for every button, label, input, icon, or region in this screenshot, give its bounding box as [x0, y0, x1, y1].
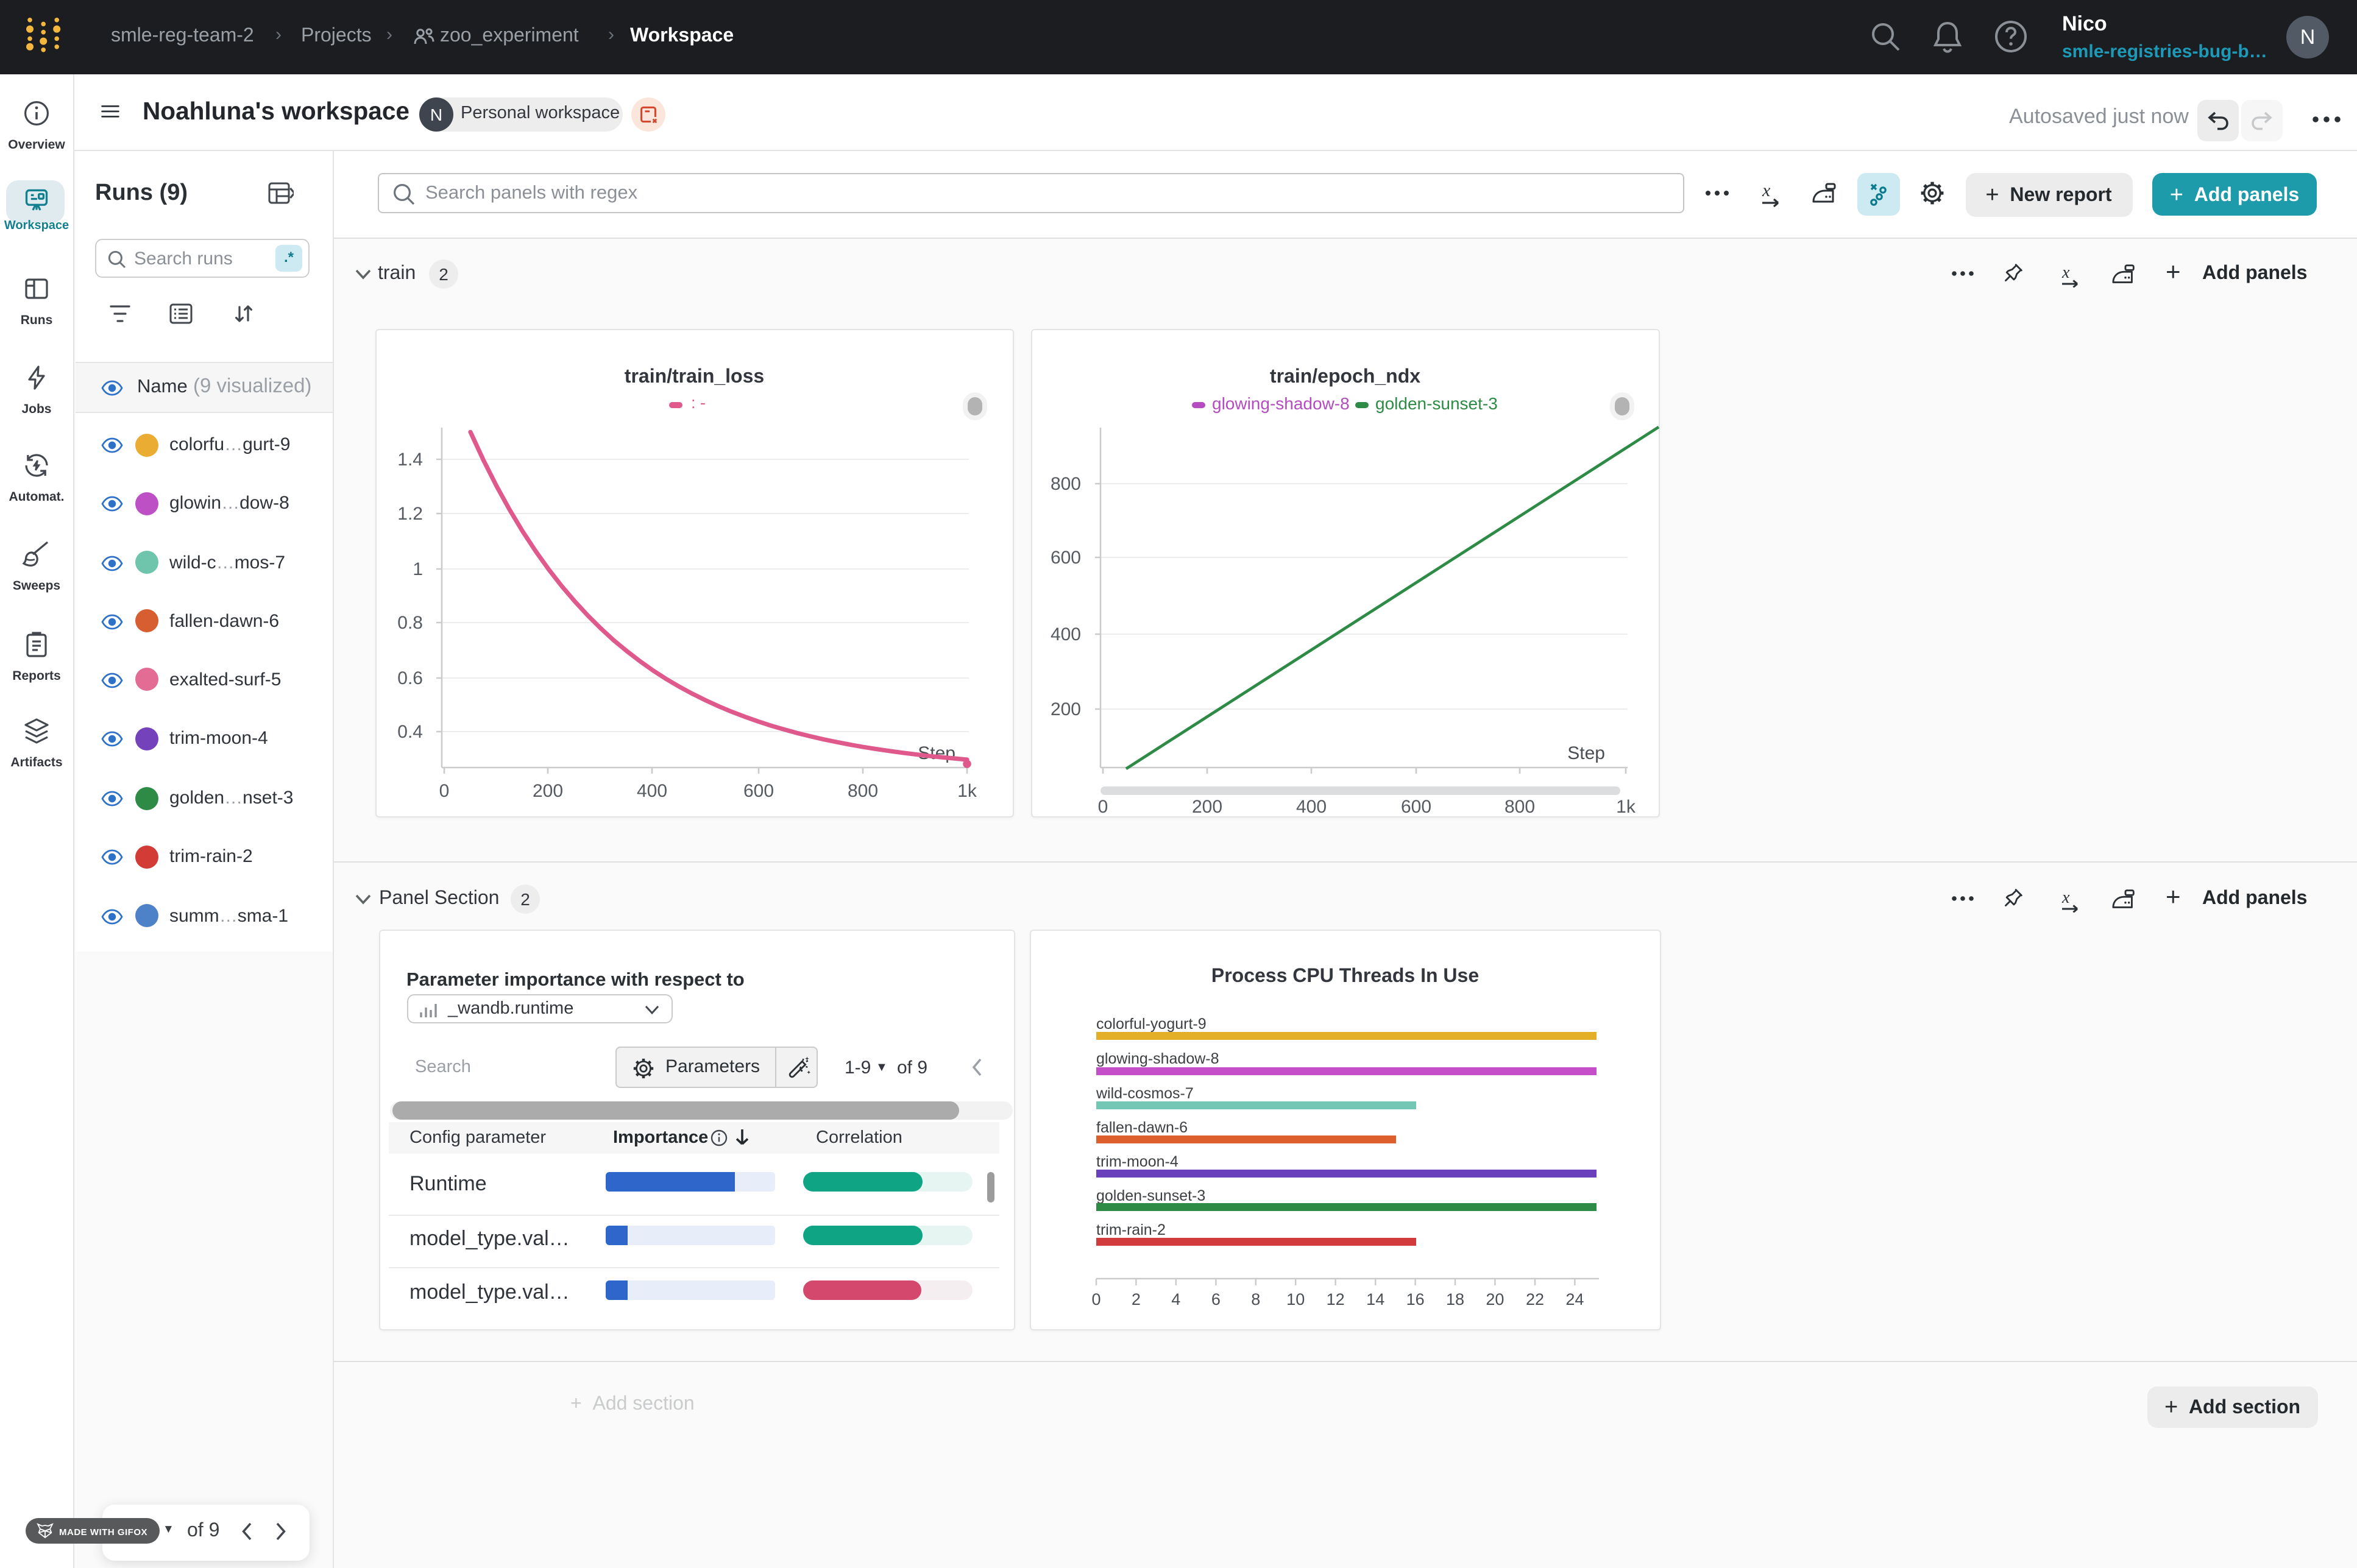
svg-text:0.8: 0.8 — [397, 613, 423, 633]
svg-text:1k: 1k — [1615, 797, 1636, 817]
svg-text:golden-sunset-3: golden-sunset-3 — [1096, 1187, 1205, 1204]
svg-text:colorful-yogurt-9: colorful-yogurt-9 — [1096, 1015, 1207, 1033]
svg-text:20: 20 — [1486, 1290, 1504, 1308]
svg-text:8: 8 — [1251, 1290, 1260, 1308]
svg-text:600: 600 — [1050, 548, 1080, 568]
svg-text:6: 6 — [1211, 1290, 1221, 1308]
svg-text:4: 4 — [1171, 1290, 1180, 1308]
svg-text:800: 800 — [848, 781, 878, 801]
svg-text:0.6: 0.6 — [397, 668, 423, 688]
svg-text:0.4: 0.4 — [397, 722, 423, 742]
svg-text:200: 200 — [1191, 797, 1222, 817]
svg-text:glowing-shadow-8: glowing-shadow-8 — [1096, 1050, 1219, 1067]
svg-text:10: 10 — [1286, 1290, 1305, 1308]
svg-text:200: 200 — [533, 781, 563, 801]
svg-text:1k: 1k — [957, 781, 977, 801]
svg-text:600: 600 — [1400, 797, 1431, 817]
svg-text:fallen-dawn-6: fallen-dawn-6 — [1096, 1119, 1188, 1136]
svg-text:24: 24 — [1565, 1290, 1584, 1308]
svg-text:200: 200 — [1050, 699, 1080, 719]
svg-text:1.4: 1.4 — [397, 450, 423, 470]
svg-text:18: 18 — [1446, 1290, 1464, 1308]
svg-text:16: 16 — [1406, 1290, 1425, 1308]
svg-text:14: 14 — [1366, 1290, 1384, 1308]
svg-text:x: x — [1762, 180, 1771, 200]
svg-text:wild-cosmos-7: wild-cosmos-7 — [1096, 1085, 1194, 1102]
svg-text:800: 800 — [1504, 797, 1534, 817]
svg-text:400: 400 — [1295, 797, 1326, 817]
svg-text:1: 1 — [413, 559, 423, 579]
svg-text:Step: Step — [1567, 743, 1604, 763]
svg-text:2: 2 — [1132, 1290, 1141, 1308]
svg-text:x: x — [2061, 263, 2070, 281]
svg-text:0: 0 — [1091, 1290, 1101, 1308]
svg-text:trim-rain-2: trim-rain-2 — [1096, 1221, 1166, 1238]
svg-text:1.2: 1.2 — [397, 504, 423, 524]
svg-text:0: 0 — [1097, 797, 1108, 817]
svg-text:400: 400 — [637, 781, 667, 801]
svg-text:0: 0 — [439, 781, 450, 801]
svg-text:600: 600 — [743, 781, 774, 801]
svg-text:x: x — [2061, 888, 2070, 906]
svg-text:trim-moon-4: trim-moon-4 — [1096, 1153, 1178, 1170]
svg-text:12: 12 — [1327, 1290, 1345, 1308]
svg-text:800: 800 — [1050, 474, 1080, 494]
svg-text:22: 22 — [1526, 1290, 1544, 1308]
svg-text:400: 400 — [1050, 624, 1080, 645]
